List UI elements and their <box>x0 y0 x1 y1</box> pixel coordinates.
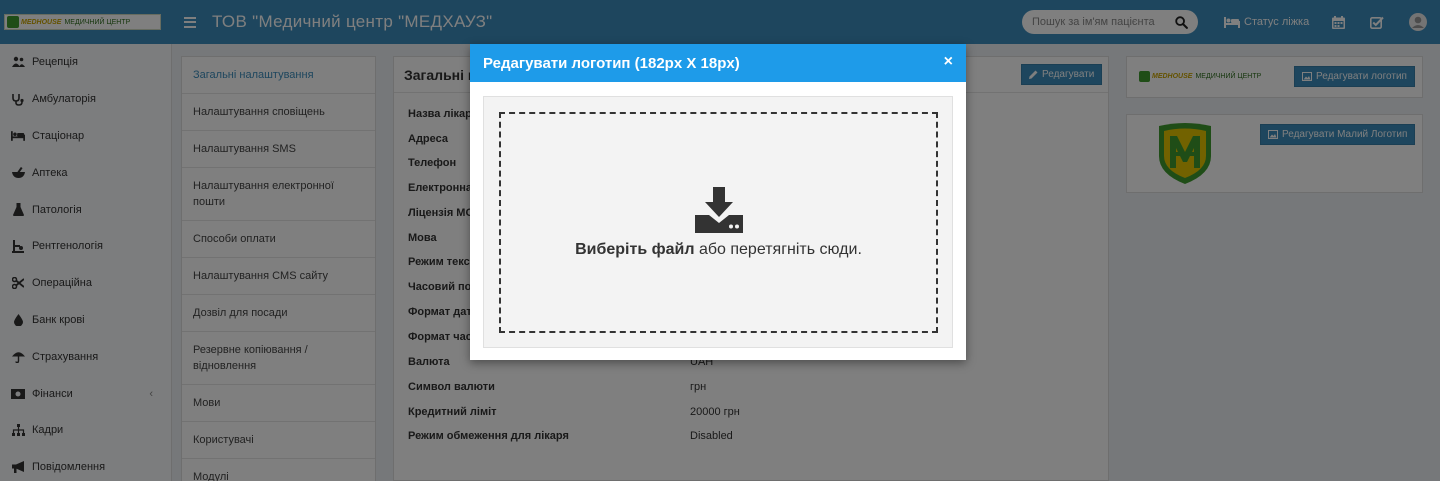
dropzone-message: Виберіть файл або перетягніть сюди. <box>575 241 862 259</box>
dropzone-hint: або перетягніть сюди. <box>694 240 862 258</box>
edit-logo-modal: Редагувати логотип (182px X 18px) × Вибе… <box>470 44 966 360</box>
download-icon <box>694 186 743 233</box>
dropzone-container: Виберіть файл або перетягніть сюди. <box>483 96 953 348</box>
file-dropzone[interactable]: Виберіть файл або перетягніть сюди. <box>499 112 938 333</box>
choose-file-link[interactable]: Виберіть файл <box>575 241 694 258</box>
modal-header: Редагувати логотип (182px X 18px) × <box>470 44 966 82</box>
modal-title: Редагувати логотип (182px X 18px) <box>483 54 740 72</box>
close-icon[interactable]: × <box>944 53 953 71</box>
